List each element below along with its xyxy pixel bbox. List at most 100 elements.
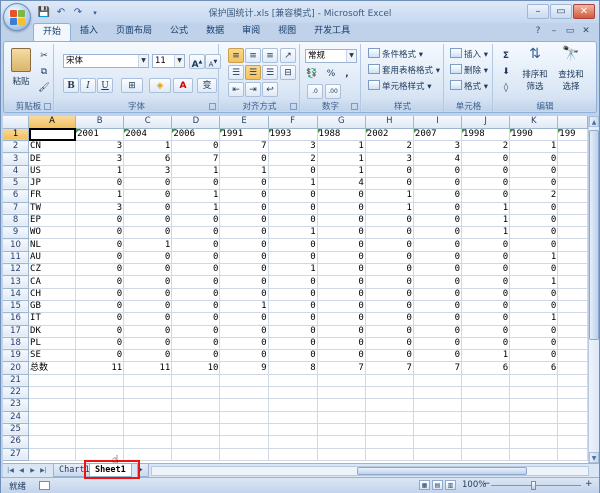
cell[interactable]: 0: [172, 251, 220, 263]
cell[interactable]: [365, 436, 413, 448]
cell[interactable]: [558, 276, 588, 288]
tab-6[interactable]: 视图: [269, 23, 305, 41]
cell[interactable]: 1: [172, 202, 220, 214]
cell[interactable]: 0: [462, 264, 510, 276]
cell[interactable]: 0: [268, 313, 317, 325]
cell[interactable]: 0: [317, 251, 365, 263]
tab-0[interactable]: 开始: [33, 23, 71, 41]
cell[interactable]: AU: [29, 251, 76, 263]
row-header[interactable]: 9: [3, 227, 29, 239]
cell[interactable]: WO: [29, 227, 76, 239]
tab-3[interactable]: 公式: [161, 23, 197, 41]
table-format-button[interactable]: 套用表格格式 ▾: [368, 64, 440, 78]
cell[interactable]: JP: [29, 177, 76, 189]
cell[interactable]: 1: [510, 276, 558, 288]
cell[interactable]: [413, 411, 461, 423]
cell[interactable]: 0: [317, 350, 365, 362]
cell[interactable]: 0: [317, 288, 365, 300]
cell[interactable]: [76, 374, 124, 386]
cell[interactable]: [220, 423, 268, 435]
cell[interactable]: [268, 436, 317, 448]
row-header[interactable]: 8: [3, 214, 29, 226]
vertical-scrollbar[interactable]: ▲ ▼: [588, 116, 599, 463]
cell[interactable]: [124, 374, 172, 386]
cell[interactable]: [510, 436, 558, 448]
cell[interactable]: 0: [462, 153, 510, 165]
cell[interactable]: 2002: [365, 128, 413, 140]
cell[interactable]: [413, 448, 461, 460]
bold-button[interactable]: B: [63, 78, 79, 93]
cell[interactable]: [558, 153, 588, 165]
cell[interactable]: 0: [172, 227, 220, 239]
cell[interactable]: 0: [124, 177, 172, 189]
cell[interactable]: 0: [76, 337, 124, 349]
cell[interactable]: 0: [220, 214, 268, 226]
cell[interactable]: 0: [510, 239, 558, 251]
column-header[interactable]: E: [220, 116, 268, 128]
cell[interactable]: 0: [317, 190, 365, 202]
cell[interactable]: 0: [365, 251, 413, 263]
cell[interactable]: [558, 300, 588, 312]
cell[interactable]: [558, 190, 588, 202]
cell[interactable]: [413, 387, 461, 399]
cell[interactable]: 0: [317, 202, 365, 214]
cell[interactable]: 0: [462, 239, 510, 251]
cell[interactable]: 0: [172, 325, 220, 337]
cell[interactable]: 1: [462, 214, 510, 226]
cut-icon[interactable]: ✂: [36, 48, 52, 63]
italic-button[interactable]: I: [80, 78, 96, 93]
cell[interactable]: [510, 411, 558, 423]
cell[interactable]: 0: [124, 251, 172, 263]
page-break-icon[interactable]: ▥: [445, 480, 456, 490]
column-header[interactable]: B: [76, 116, 124, 128]
cell[interactable]: 0: [220, 202, 268, 214]
help-icon[interactable]: ?: [531, 25, 545, 39]
cell[interactable]: 0: [268, 239, 317, 251]
cell[interactable]: 1: [220, 300, 268, 312]
cell[interactable]: 0: [268, 165, 317, 177]
cell[interactable]: [172, 387, 220, 399]
tab-5[interactable]: 审阅: [233, 23, 269, 41]
cell[interactable]: 0: [268, 300, 317, 312]
cell[interactable]: 0: [76, 325, 124, 337]
cell[interactable]: 0: [413, 325, 461, 337]
cell[interactable]: [124, 411, 172, 423]
comma-button[interactable]: ,: [339, 66, 355, 81]
tab-7[interactable]: 开发工具: [305, 23, 359, 41]
cell[interactable]: [268, 448, 317, 460]
cell[interactable]: 0: [510, 165, 558, 177]
select-all-corner[interactable]: [3, 116, 29, 128]
cell[interactable]: 0: [365, 350, 413, 362]
cell[interactable]: [365, 399, 413, 411]
cell[interactable]: 0: [124, 202, 172, 214]
column-header[interactable]: A: [29, 116, 76, 128]
row-header[interactable]: 14: [3, 288, 29, 300]
font-name-combo[interactable]: 宋体▼: [63, 54, 149, 68]
cell[interactable]: [558, 399, 588, 411]
column-header[interactable]: D: [172, 116, 220, 128]
cell[interactable]: [317, 387, 365, 399]
cell[interactable]: 1: [220, 165, 268, 177]
cell[interactable]: 0: [220, 276, 268, 288]
cell[interactable]: 0: [462, 177, 510, 189]
cell[interactable]: [558, 436, 588, 448]
cell[interactable]: 0: [365, 177, 413, 189]
tab-1[interactable]: 插入: [71, 23, 107, 41]
cell[interactable]: 0: [76, 239, 124, 251]
cell[interactable]: [76, 423, 124, 435]
row-header[interactable]: 18: [3, 337, 29, 349]
cell[interactable]: [413, 436, 461, 448]
column-header[interactable]: H: [365, 116, 413, 128]
column-header[interactable]: C: [124, 116, 172, 128]
cell[interactable]: CA: [29, 276, 76, 288]
cell[interactable]: 3: [365, 153, 413, 165]
cell[interactable]: 0: [268, 350, 317, 362]
cell[interactable]: [172, 423, 220, 435]
cell[interactable]: [124, 448, 172, 460]
cell[interactable]: 1: [365, 202, 413, 214]
cell[interactable]: [220, 436, 268, 448]
cell[interactable]: 1990: [510, 128, 558, 140]
worksheet-grid[interactable]: ABCDEFGHIJK12001200420061991199319882002…: [3, 116, 588, 463]
cell[interactable]: 7: [172, 153, 220, 165]
cell[interactable]: 11: [76, 362, 124, 374]
